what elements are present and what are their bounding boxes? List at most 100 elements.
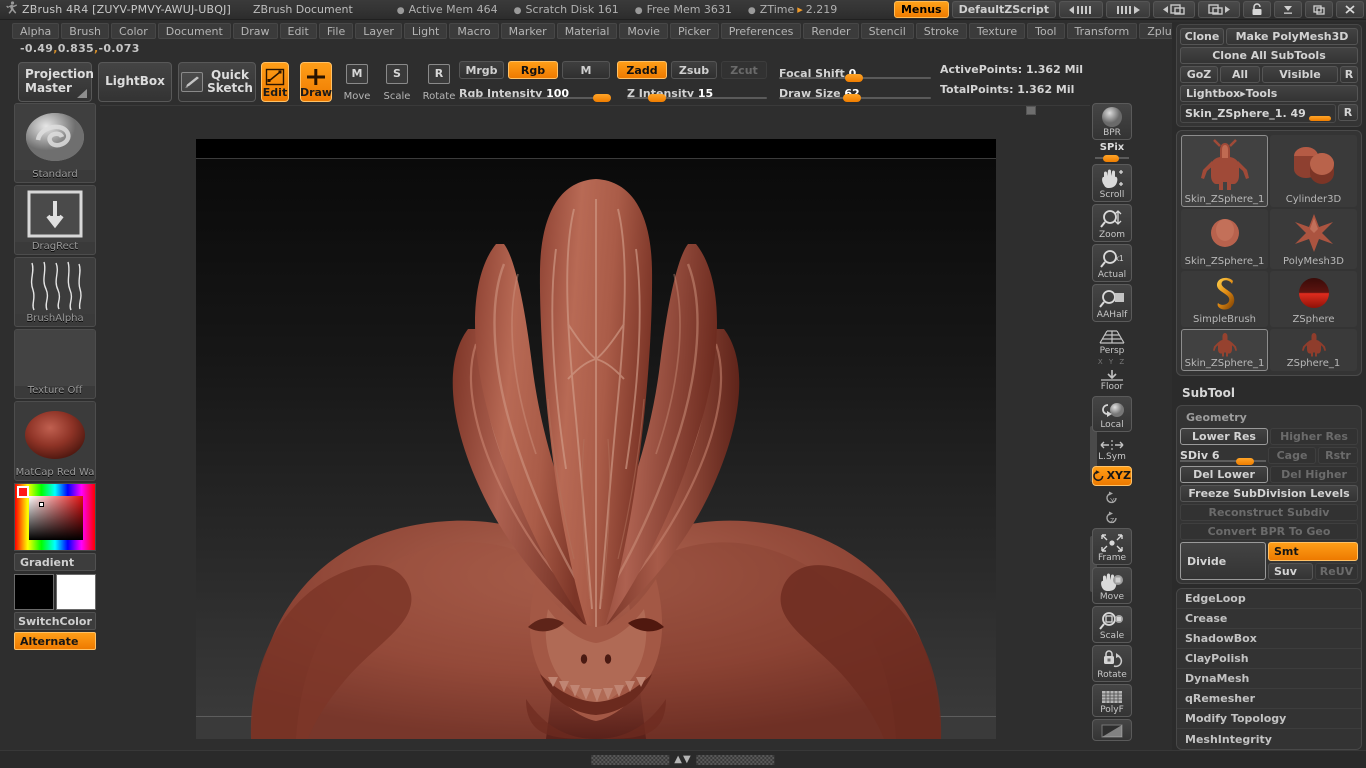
projection-master-button[interactable]: Projection Master (18, 62, 94, 102)
draw-button[interactable]: Draw (300, 62, 332, 102)
geometry-item-modify-topology[interactable]: Modify Topology (1177, 709, 1361, 729)
mrgb-toggle[interactable]: Mrgb (459, 61, 504, 79)
tool-cell-polymesh3d[interactable]: PolyMesh3D (1270, 209, 1357, 269)
canvas-area[interactable] (100, 105, 1097, 748)
menu-marker[interactable]: Marker (500, 23, 555, 39)
scroll-button[interactable]: Scroll (1092, 164, 1132, 202)
bottom-scroll-controls[interactable]: ▲▼ (591, 754, 775, 765)
suv-button[interactable]: Suv (1268, 563, 1313, 580)
cage-button[interactable]: Cage (1268, 447, 1316, 464)
menu-material[interactable]: Material (556, 23, 618, 39)
menu-stroke[interactable]: Stroke (915, 23, 967, 39)
lsym-button[interactable]: L.Sym (1092, 434, 1132, 464)
menu-texture[interactable]: Texture (968, 23, 1026, 39)
tool-cell-zsphere-1[interactable]: ZSphere_1 (1270, 329, 1357, 371)
menu-stencil[interactable]: Stencil (860, 23, 914, 39)
zoom-button[interactable]: Zoom (1092, 204, 1132, 242)
rgb-toggle[interactable]: Rgb (508, 61, 558, 79)
reuv-button[interactable]: ReUV (1315, 563, 1358, 580)
rotate-z-button[interactable]: Z (1092, 508, 1132, 528)
menu-draw[interactable]: Draw (232, 23, 278, 39)
lightbox-tools-button[interactable]: Lightbox▸Tools (1180, 85, 1358, 102)
material-palette-thumb[interactable]: MatCap Red Wa (14, 401, 96, 481)
tool-cell-skin-zsphere-1[interactable]: Skin_ZSphere_1 (1181, 135, 1268, 207)
subtool-section-title[interactable]: SubTool (1172, 379, 1366, 405)
reconstruct-subdiv-button[interactable]: Reconstruct Subdiv (1180, 504, 1358, 521)
tool-cell-simplebrush[interactable]: SimpleBrush (1181, 271, 1268, 327)
prev-layout-button[interactable] (1153, 1, 1195, 18)
menu-edit[interactable]: Edit (279, 23, 317, 39)
next-layout-button[interactable] (1198, 1, 1240, 18)
spix-slider[interactable]: SPix (1092, 142, 1132, 162)
menu-light[interactable]: Light (403, 23, 448, 39)
menu-render[interactable]: Render (803, 23, 859, 39)
local-button[interactable]: Local (1092, 396, 1132, 432)
current-tool-r-button[interactable]: R (1338, 104, 1358, 121)
rotate-y-button[interactable]: Y (1092, 488, 1132, 508)
del-higher-button[interactable]: Del Higher (1270, 466, 1358, 483)
quick-sketch-button[interactable]: Quick Sketch (178, 62, 256, 102)
focal-shift-slider[interactable]: Focal Shift 0 (779, 62, 931, 82)
rotate-button[interactable]: R Rotate (420, 62, 458, 102)
color-picker-field[interactable] (29, 496, 83, 540)
menu-brush[interactable]: Brush (61, 23, 110, 39)
goz-all-button[interactable]: All (1220, 66, 1260, 83)
menu-movie[interactable]: Movie (619, 23, 668, 39)
menu-preferences[interactable]: Preferences (720, 23, 802, 39)
geometry-item-edgeloop[interactable]: EdgeLoop (1177, 589, 1361, 609)
rgb-intensity-slider[interactable]: Rgb Intensity 100 (459, 82, 611, 102)
alternate-button[interactable]: Alternate (14, 632, 96, 650)
clone-button[interactable]: Clone (1180, 28, 1224, 45)
edit-button[interactable]: Edit (261, 62, 289, 102)
move-button[interactable]: M Move (340, 62, 374, 102)
scale-gizmo-button[interactable]: Scale (1092, 606, 1132, 643)
stroke-palette-thumb[interactable]: DragRect (14, 185, 96, 255)
tool-cell-skin-zsphere-1c[interactable]: Skin_ZSphere_1 (1181, 329, 1268, 371)
menu-transform[interactable]: Transform (1066, 23, 1138, 39)
geometry-item-meshintegrity[interactable]: MeshIntegrity (1177, 729, 1361, 749)
current-color-swatch[interactable] (17, 486, 29, 498)
convert-bpr-button[interactable]: Convert BPR To Geo (1180, 523, 1358, 540)
canvas-marker-handle[interactable] (1026, 106, 1036, 115)
rstr-button[interactable]: Rstr (1318, 447, 1358, 464)
bottom-arrows-icon[interactable]: ▲▼ (674, 754, 691, 765)
lower-res-button[interactable]: Lower Res (1180, 428, 1268, 445)
document-canvas[interactable] (196, 139, 996, 739)
menu-document[interactable]: Document (157, 23, 231, 39)
lock-icon[interactable] (1243, 1, 1271, 18)
transp-button[interactable] (1092, 719, 1132, 741)
maximize-button[interactable] (1305, 1, 1333, 18)
frame-button[interactable]: Frame (1092, 528, 1132, 565)
menu-layer[interactable]: Layer (355, 23, 402, 39)
brush-palette-thumb[interactable]: Standard (14, 103, 96, 183)
rotate-gizmo-button[interactable]: Rotate (1092, 645, 1132, 682)
geometry-item-claypolish[interactable]: ClayPolish (1177, 649, 1361, 669)
texture-palette-thumb[interactable]: Texture Off (14, 329, 96, 399)
menu-color[interactable]: Color (111, 23, 156, 39)
menu-alpha[interactable]: Alpha (12, 23, 60, 39)
switchcolor-button[interactable]: SwitchColor (14, 612, 96, 630)
next-zscript-button[interactable] (1106, 1, 1150, 18)
menus-button[interactable]: Menus (893, 1, 949, 18)
freeze-subdivision-button[interactable]: Freeze SubDivision Levels (1180, 485, 1358, 502)
del-lower-button[interactable]: Del Lower (1180, 466, 1268, 483)
lightbox-button[interactable]: LightBox (98, 62, 172, 102)
color-picker[interactable] (14, 483, 96, 551)
close-button[interactable] (1336, 1, 1364, 18)
polyframe-button[interactable]: PolyF (1092, 684, 1132, 717)
higher-res-button[interactable]: Higher Res (1270, 428, 1358, 445)
move-gizmo-button[interactable]: Move (1092, 567, 1132, 604)
tool-cell-skin-zsphere-1b[interactable]: Skin_ZSphere_1 (1181, 209, 1268, 269)
menu-file[interactable]: File (318, 23, 354, 39)
aahalf-button[interactable]: AAHalf (1092, 284, 1132, 322)
persp-button[interactable]: Persp (1092, 324, 1132, 358)
bpr-button[interactable]: BPR (1092, 103, 1132, 140)
goz-button[interactable]: GoZ (1180, 66, 1218, 83)
zadd-toggle[interactable]: Zadd (617, 61, 667, 79)
menu-picker[interactable]: Picker (669, 23, 719, 39)
goz-r-button[interactable]: R (1340, 66, 1358, 83)
minimize-button[interactable] (1274, 1, 1302, 18)
bottom-hatch-right[interactable] (696, 754, 775, 765)
bottom-hatch-left[interactable] (591, 754, 670, 765)
geometry-item-dynamesh[interactable]: DynaMesh (1177, 669, 1361, 689)
